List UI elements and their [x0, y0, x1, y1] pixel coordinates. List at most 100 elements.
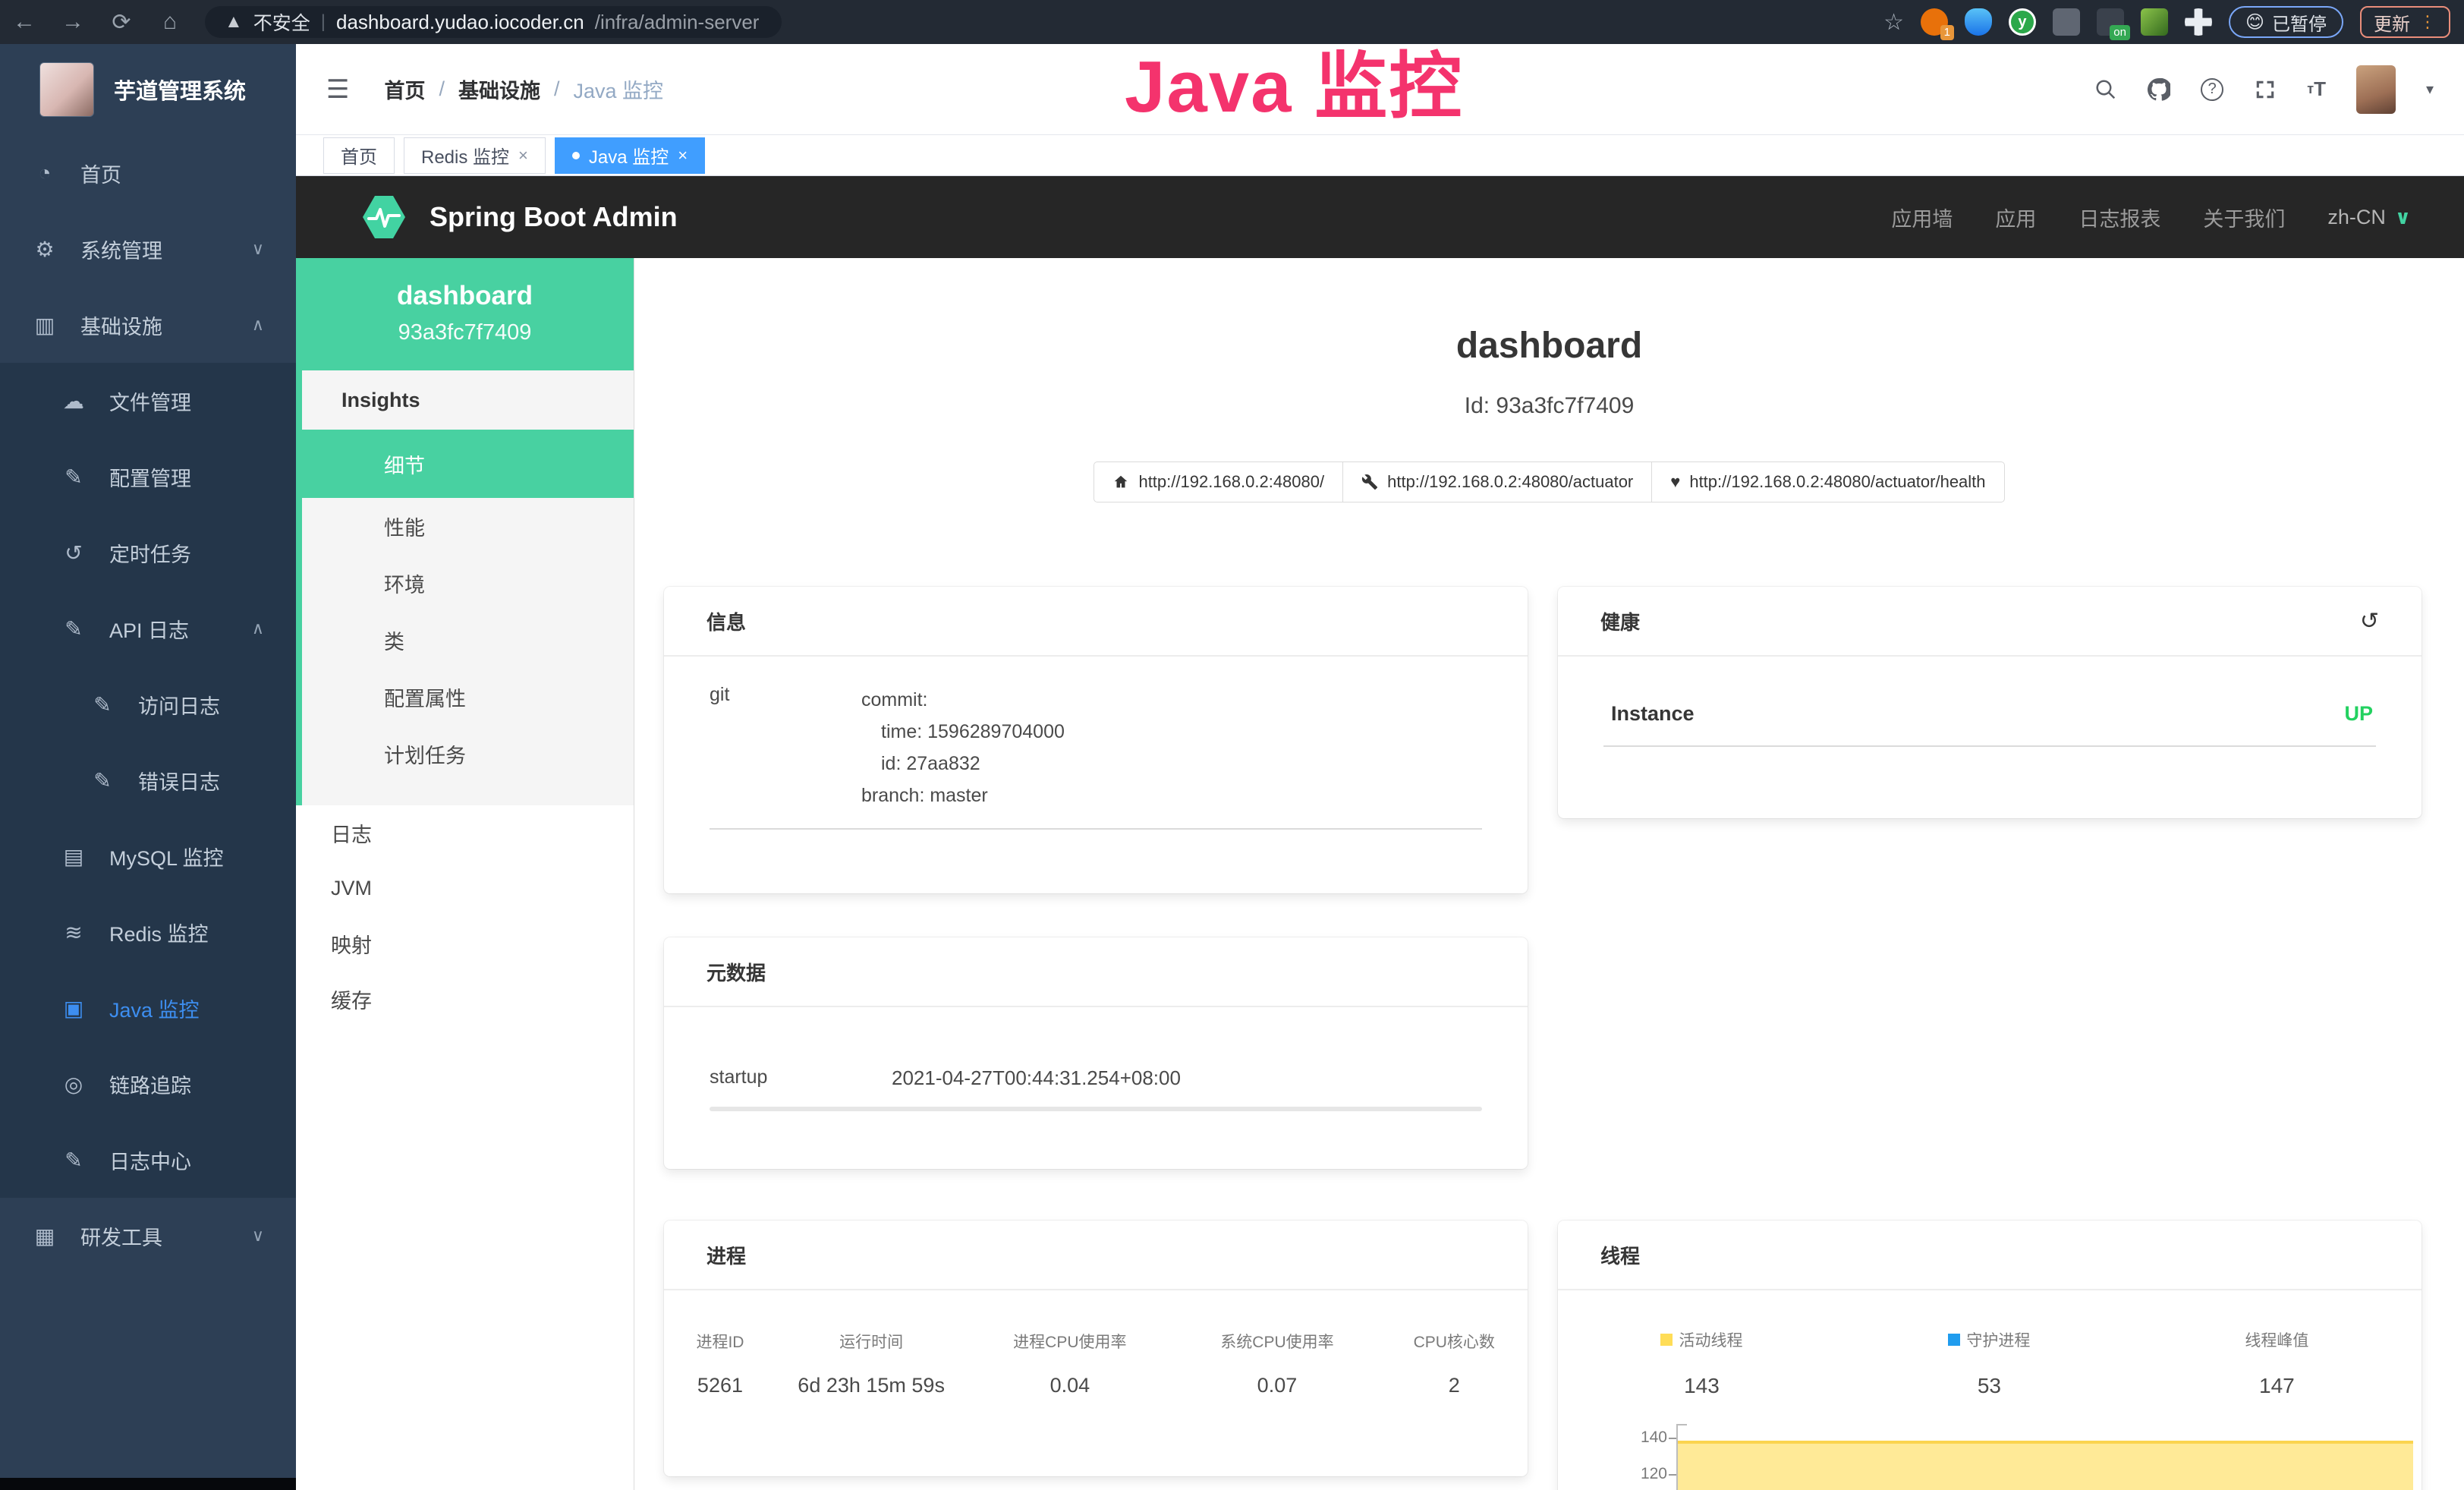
sidebar-item-api-logs[interactable]: ✎ API 日志 ∧ [0, 591, 296, 666]
sidebar-item-redis-monitor[interactable]: ≋ Redis 监控 [0, 894, 296, 970]
active-tab-dot [572, 152, 580, 159]
insights-group: Insights 细节 性能 环境 类 配置属性 计划任务 [296, 370, 634, 805]
sidebar-item-mysql-monitor[interactable]: ▤ MySQL 监控 [0, 818, 296, 894]
toolbox-icon: ▦ [32, 1224, 58, 1249]
wrench-icon [1361, 474, 1378, 490]
sidebar-item-label: 配置管理 [109, 462, 191, 492]
url-path[interactable]: /infra/admin-server [595, 11, 760, 34]
tab-java-monitor[interactable]: Java 监控 × [555, 137, 705, 174]
sidebar-item-log-center[interactable]: ✎ 日志中心 [0, 1122, 296, 1198]
breadcrumb-home[interactable]: 首页 [384, 74, 425, 104]
sba-nav-applications[interactable]: 应用 [1995, 203, 2036, 232]
sidebar-item-scheduled-jobs[interactable]: ↺ 定时任务 [0, 515, 296, 591]
sidebar-item-config-mgmt[interactable]: ✎ 配置管理 [0, 439, 296, 515]
health-url-button[interactable]: ♥ http://192.168.0.2:48080/actuator/heal… [1651, 461, 2004, 502]
row-divider [710, 828, 1482, 830]
sba-nav-wallboard[interactable]: 应用墙 [1891, 203, 1953, 232]
info-card-title: 信息 [706, 607, 746, 635]
health-instance-label[interactable]: Instance [1611, 702, 1695, 726]
extension-icon-pin[interactable] [1965, 8, 1992, 36]
tab-home[interactable]: 首页 [323, 137, 395, 174]
sba-menu-scheduled-tasks[interactable]: 计划任务 [302, 726, 634, 783]
paused-pill-button[interactable]: 😊 已暂停 [2229, 6, 2343, 38]
threads-legend: 活动线程 守护进程 线程峰值 [1558, 1328, 2422, 1351]
sba-menu-logs[interactable]: 日志 [296, 805, 634, 861]
browser-menu-dots-icon[interactable]: ⋮ [2419, 12, 2437, 32]
extension-icon-dark[interactable]: on [2097, 8, 2124, 36]
sba-menu-details[interactable]: 细节 [296, 430, 634, 498]
sba-title[interactable]: Spring Boot Admin [430, 201, 678, 233]
health-history-icon[interactable]: ↺ [2360, 608, 2379, 635]
legend-daemon-threads: 守护进程 [1846, 1328, 2133, 1351]
legend-label: 线程峰值 [2245, 1328, 2308, 1351]
sidebar-item-file-mgmt[interactable]: ☁ 文件管理 [0, 363, 296, 439]
breadcrumb-infrastructure[interactable]: 基础设施 [458, 74, 540, 104]
extension-icon-grid[interactable] [2053, 8, 2080, 36]
extension-icon-green-y[interactable]: y [2009, 8, 2036, 36]
spring-boot-admin-logo[interactable] [360, 193, 408, 241]
sidebar-collapse-icon[interactable]: ☰ [326, 74, 349, 105]
sidebar-item-label: 基础设施 [80, 310, 162, 340]
fullscreen-icon[interactable] [2254, 78, 2277, 101]
sba-menu-classes[interactable]: 类 [302, 612, 634, 669]
sidebar-item-infrastructure[interactable]: ▥ 基础设施 ∧ [0, 287, 296, 363]
sba-menu-mappings[interactable]: 映射 [296, 916, 634, 972]
process-table-values: 5261 6d 23h 15m 59s 0.04 0.07 2 [664, 1374, 1528, 1397]
git-commit-label: commit: [861, 684, 1065, 716]
main-content: dashboard Id: 93a3fc7f7409 http://192.16… [634, 258, 2464, 1490]
service-url-button[interactable]: http://192.168.0.2:48080/ [1094, 461, 1343, 502]
sba-menu-config-props[interactable]: 配置属性 [302, 669, 634, 726]
extension-icon-orange[interactable]: 1 [1921, 8, 1948, 36]
legend-label: 活动线程 [1679, 1328, 1742, 1351]
instance-header[interactable]: dashboard 93a3fc7f7409 [296, 258, 634, 370]
extension-icon-leaf[interactable] [2141, 8, 2168, 36]
browser-back-icon[interactable]: ← [0, 9, 49, 35]
sidebar-item-label: Java 监控 [109, 994, 200, 1023]
close-tab-icon[interactable]: × [678, 146, 688, 165]
tab-redis-monitor[interactable]: Redis 监控 × [404, 137, 546, 174]
col-pid: 进程ID [664, 1330, 776, 1353]
sidebar-item-tracing[interactable]: ◎ 链路追踪 [0, 1046, 296, 1122]
sba-menu-jvm[interactable]: JVM [296, 861, 634, 916]
sidebar-item-error-logs[interactable]: ✎ 错误日志 [0, 742, 296, 818]
close-tab-icon[interactable]: × [518, 146, 528, 165]
actuator-url-button[interactable]: http://192.168.0.2:48080/actuator [1342, 461, 1652, 502]
bookmark-star-icon[interactable]: ☆ [1883, 9, 1904, 36]
chevron-down-icon: ∨ [252, 239, 264, 259]
sba-menu-caches[interactable]: 缓存 [296, 972, 634, 1027]
user-menu-caret-icon[interactable]: ▾ [2426, 80, 2434, 99]
sba-menu-environment[interactable]: 环境 [302, 555, 634, 612]
help-question-icon[interactable]: ? [2201, 78, 2223, 101]
sba-nav-journal[interactable]: 日志报表 [2079, 203, 2160, 232]
sba-locale-select[interactable]: zh-CN ∨ [2327, 206, 2411, 229]
browser-forward-icon[interactable]: → [49, 9, 97, 35]
history-clock-icon: ↺ [61, 540, 87, 565]
github-icon[interactable] [2148, 78, 2170, 101]
browser-reload-icon[interactable]: ⟳ [97, 9, 146, 36]
info-key-git: git [710, 684, 861, 811]
legend-swatch-yellow [1660, 1334, 1673, 1346]
database-icon: ▤ [61, 844, 87, 869]
sba-menu-metrics[interactable]: 性能 [302, 498, 634, 555]
sba-nav-about[interactable]: 关于我们 [2203, 203, 2285, 232]
sidebar-item-label: 访问日志 [138, 690, 220, 720]
not-secure-label[interactable]: 不安全 [253, 8, 310, 36]
url-domain[interactable]: dashboard.yudao.iocoder.cn [336, 11, 584, 34]
sidebar-item-home[interactable]: ◔ 首页 [0, 135, 296, 211]
health-status-badge: UP [2344, 702, 2373, 726]
font-size-icon[interactable]: тT [2307, 77, 2326, 101]
browser-update-button[interactable]: 更新 ⋮ [2360, 6, 2450, 38]
sidebar-item-java-monitor[interactable]: ▣ Java 监控 [0, 970, 296, 1046]
sidebar-item-access-logs[interactable]: ✎ 访问日志 [0, 666, 296, 742]
address-bar[interactable]: ▲ 不安全 | dashboard.yudao.iocoder.cn/infra… [205, 6, 782, 38]
user-avatar[interactable] [2356, 65, 2396, 114]
process-cpu-value: 0.04 [966, 1374, 1173, 1397]
search-icon[interactable] [2094, 78, 2117, 101]
health-card-title: 健康 [1600, 607, 1640, 635]
sidebar-item-dev-tools[interactable]: ▦ 研发工具 ∨ [0, 1198, 296, 1274]
sidebar-item-system-mgmt[interactable]: ⚙ 系统管理 ∨ [0, 211, 296, 287]
brand-block[interactable]: 芋道管理系统 [0, 44, 296, 135]
extensions-puzzle-icon[interactable] [2185, 8, 2212, 36]
browser-home-icon[interactable]: ⌂ [146, 9, 194, 35]
breadcrumb-current: Java 监控 [574, 74, 664, 104]
